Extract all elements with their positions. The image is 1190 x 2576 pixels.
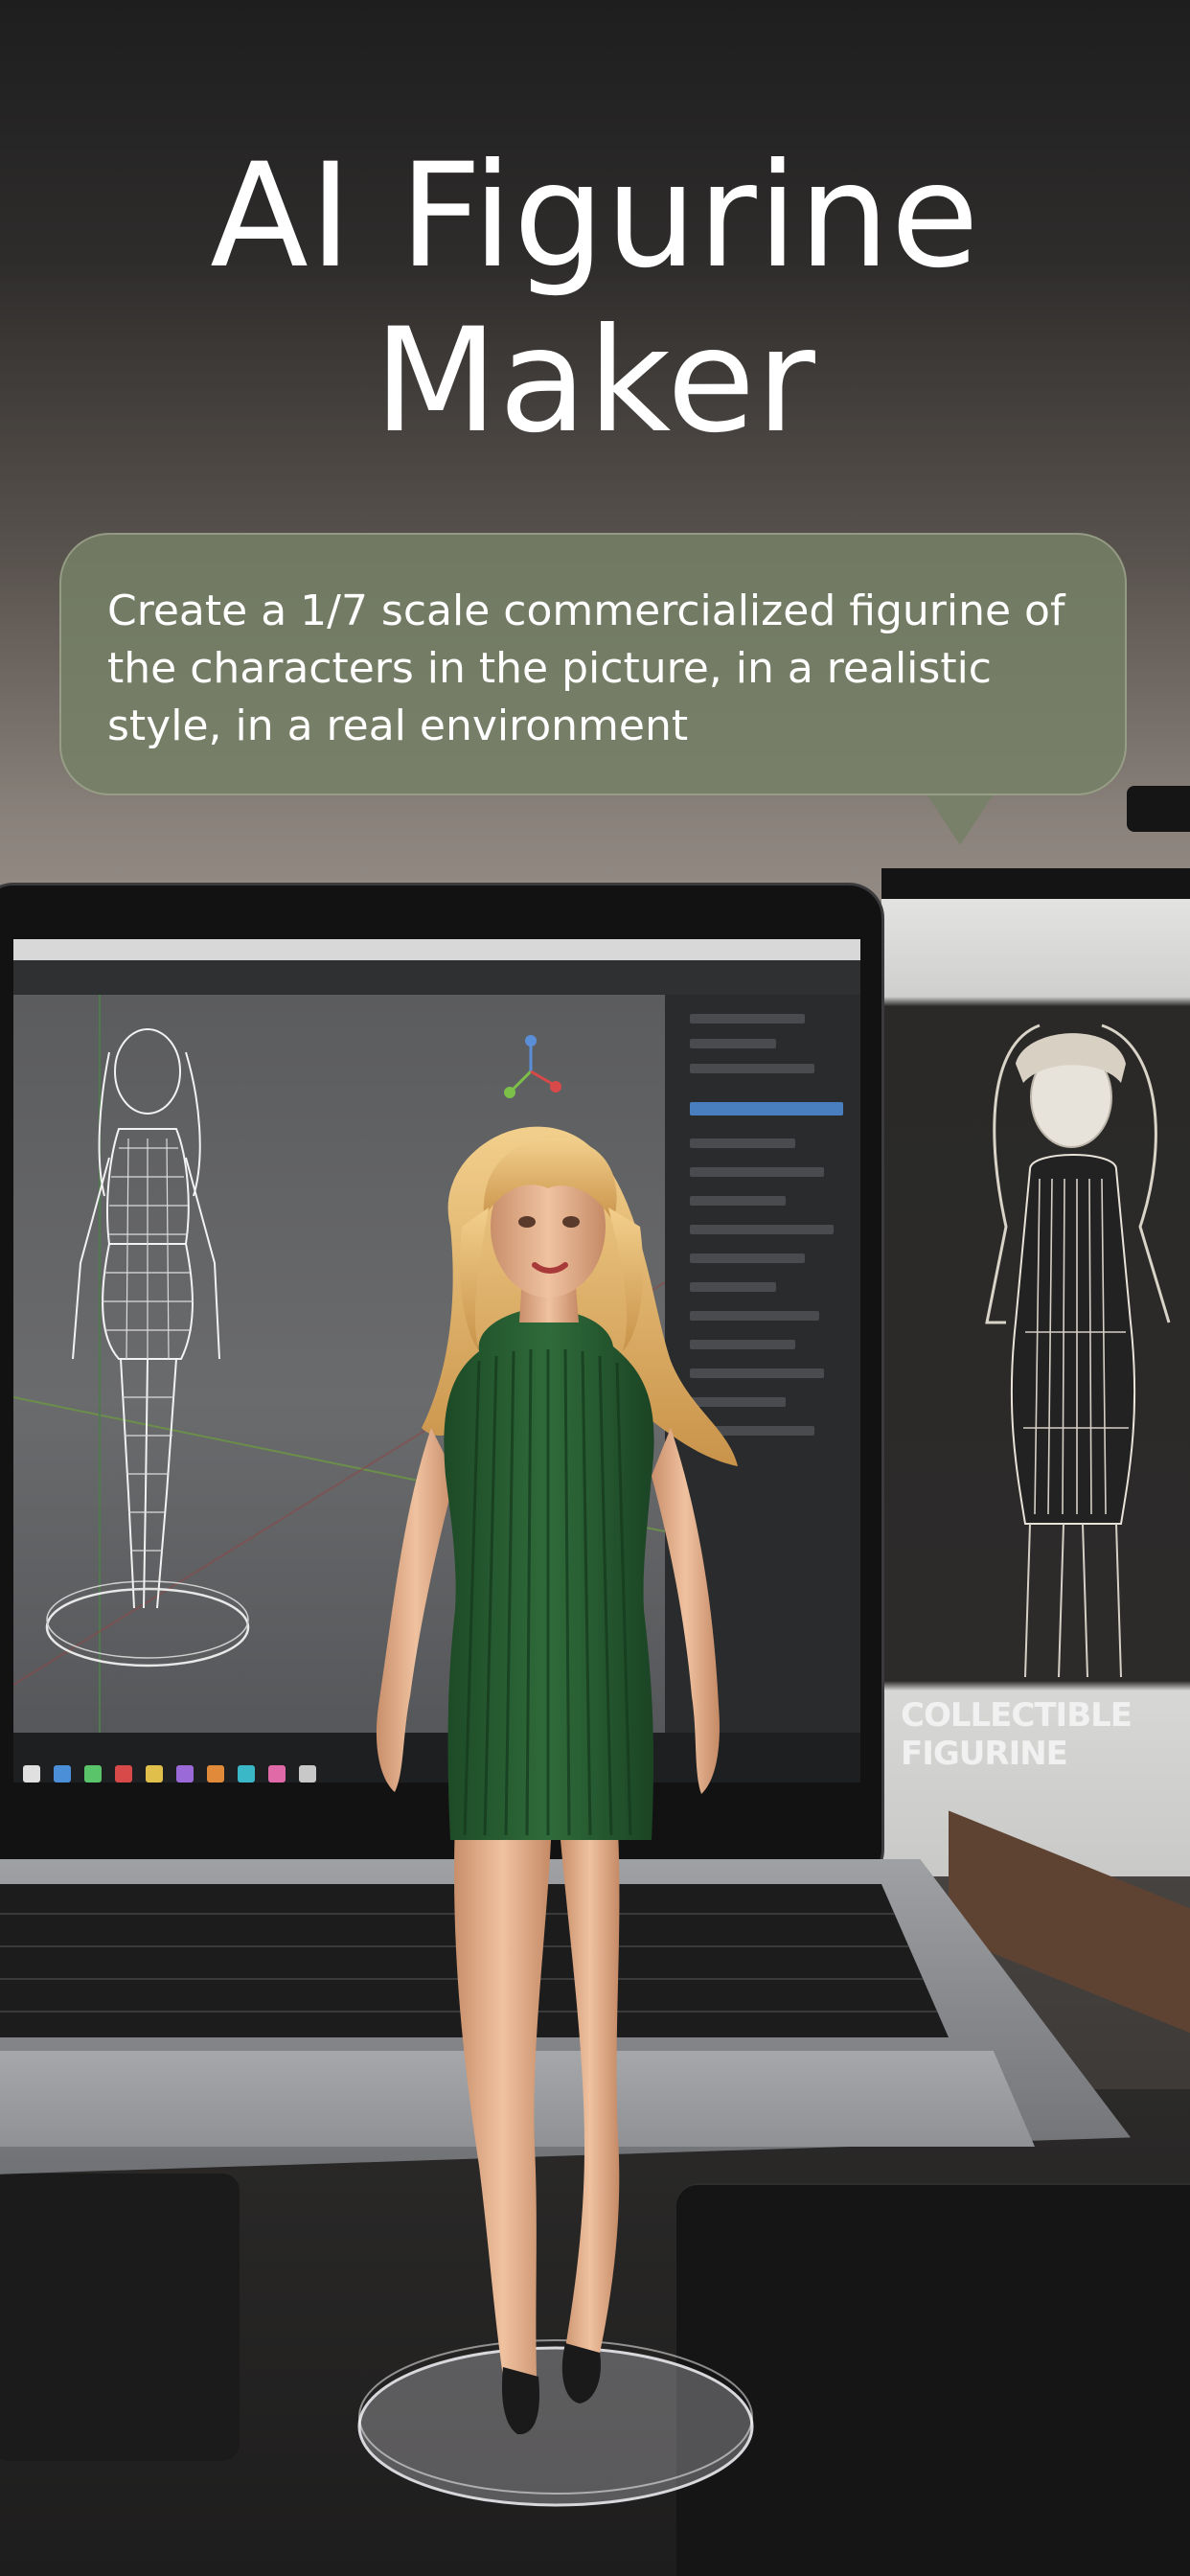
prompt-bubble-tail (927, 795, 993, 845)
app-toolbar (13, 960, 860, 995)
webcam (1127, 786, 1190, 832)
prompt-text: Create a 1/7 scale commercialized figuri… (107, 586, 1065, 750)
taskbar-icon (115, 1765, 132, 1782)
headline: AI Figurine Maker (0, 134, 1190, 464)
headline-line-1: AI Figurine (210, 133, 980, 300)
outliner-row (690, 1039, 776, 1048)
taskbar-icon (54, 1765, 71, 1782)
taskbar-icon (176, 1765, 194, 1782)
box-lid (881, 868, 1190, 901)
headline-line-2: Maker (374, 298, 816, 465)
outliner-row (690, 1014, 805, 1024)
outliner-row (690, 1064, 814, 1073)
taskbar-icon (146, 1765, 163, 1782)
app-menubar (13, 939, 860, 960)
external-keyboard (0, 2174, 240, 2461)
prompt-bubble: Create a 1/7 scale commercialized figuri… (59, 533, 1127, 795)
taskbar-icon (268, 1765, 286, 1782)
taskbar-icon (23, 1765, 40, 1782)
box-label: COLLECTIBLE FIGURINE (901, 1696, 1133, 1773)
box-art-sketch (985, 1024, 1171, 1677)
figurine (357, 1126, 754, 2507)
taskbar-icon (84, 1765, 102, 1782)
taskbar-icon (238, 1765, 255, 1782)
wireframe-model (45, 1028, 250, 1668)
app-store-screenshot: AI Figurine Maker Create a 1/7 scale com… (0, 0, 1190, 2576)
taskbar-icon (207, 1765, 224, 1782)
